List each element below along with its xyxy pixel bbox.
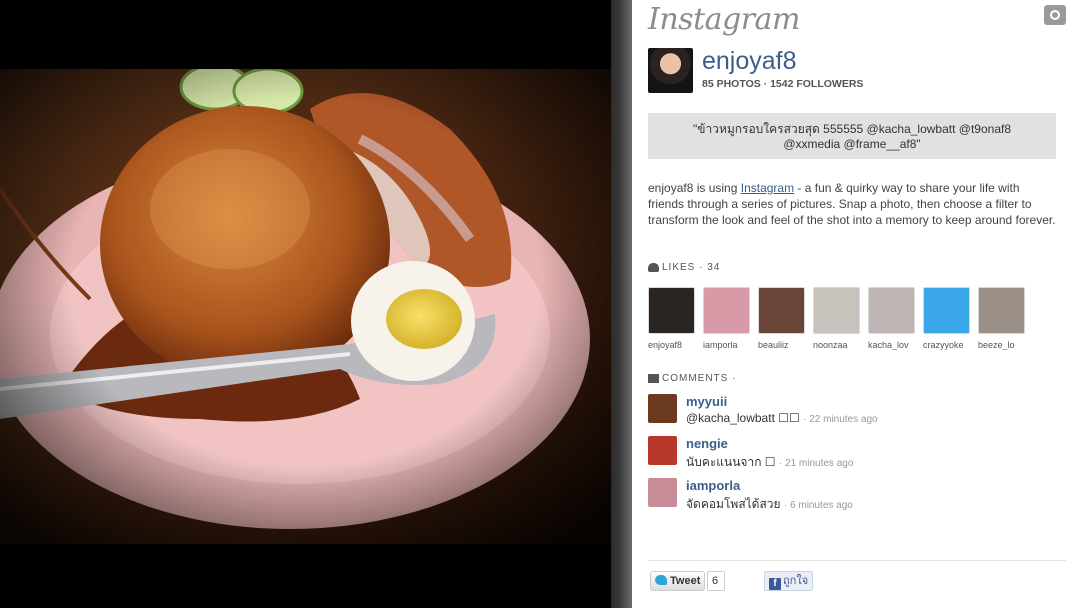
comment-text: นับคะแนนจาก ☐ · 21 minutes ago: [686, 453, 853, 472]
comment-time: · 22 minutes ago: [803, 414, 878, 425]
comments-sep: ·: [732, 373, 737, 384]
divider: [648, 560, 1066, 561]
likes-header: LIKES · 34: [648, 262, 720, 273]
liker[interactable]: kacha_lov: [868, 287, 915, 350]
comment-time: · 21 minutes ago: [778, 458, 854, 469]
liker[interactable]: iamporla: [703, 287, 750, 350]
comments-header: COMMENTS ·: [648, 373, 736, 384]
sidebar: Instagram enjoyaf8 85 PHOTOS · 1542 FOLL…: [632, 0, 1078, 608]
food-photo: [0, 69, 611, 544]
liker-avatar[interactable]: [868, 287, 915, 334]
liker[interactable]: beauliiz: [758, 287, 805, 350]
comment-text: จัดคอมโพสได้สวย · 6 minutes ago: [686, 495, 853, 514]
liker[interactable]: enjoyaf8: [648, 287, 695, 350]
liker[interactable]: beeze_lo: [978, 287, 1025, 350]
tweet-button[interactable]: Tweet: [650, 571, 706, 591]
liker-name[interactable]: beauliiz: [758, 340, 805, 350]
liker-avatar[interactable]: [758, 287, 805, 334]
tweet-count: 6: [707, 571, 725, 591]
comment-body: จัดคอมโพสได้สวย: [686, 497, 781, 511]
comment-time: · 6 minutes ago: [783, 500, 853, 511]
liker-name[interactable]: noonzaa: [813, 340, 860, 350]
liker-avatar[interactable]: [648, 287, 695, 334]
comment-body: @kacha_lowbatt ☐☐: [686, 411, 800, 425]
about-prefix: enjoyaf8 is using: [648, 181, 741, 195]
facebook-like-button[interactable]: f ถูกใจ: [764, 571, 814, 591]
liker-name[interactable]: beeze_lo: [978, 340, 1025, 350]
comment-body: นับคะแนนจาก ☐: [686, 455, 776, 469]
instagram-link[interactable]: Instagram: [741, 181, 794, 195]
speech-bubble-icon: [648, 373, 659, 383]
profile-stats: 85 PHOTOS · 1542 FOLLOWERS: [702, 78, 864, 90]
liker-name[interactable]: crazyyoke: [923, 340, 970, 350]
comment: iamporla จัดคอมโพสได้สวย · 6 minutes ago: [648, 478, 1058, 512]
comment-user[interactable]: iamporla: [686, 478, 740, 493]
liker-name[interactable]: kacha_lov: [868, 340, 915, 350]
tweet-label: Tweet: [670, 575, 701, 587]
liker-avatar[interactable]: [978, 287, 1025, 334]
about-text: enjoyaf8 is using Instagram - a fun & qu…: [648, 180, 1058, 228]
liker-avatar[interactable]: [923, 287, 970, 334]
comment: nengie นับคะแนนจาก ☐ · 21 minutes ago: [648, 436, 1058, 470]
scrollbar-gutter[interactable]: [611, 0, 632, 608]
instagram-logo[interactable]: Instagram: [648, 2, 800, 37]
comment: myyuii @kacha_lowbatt ☐☐ · 22 minutes ag…: [648, 394, 1058, 428]
liker-avatar[interactable]: [813, 287, 860, 334]
facebook-icon: f: [769, 578, 781, 590]
comment-user[interactable]: myyuii: [686, 394, 727, 409]
twitter-bird-icon: [655, 575, 667, 585]
photo-caption: "ข้าวหมูกรอบใครสวยสุด 555555 @kacha_lowb…: [648, 113, 1056, 159]
comment-avatar[interactable]: [648, 436, 677, 465]
liker-name[interactable]: iamporla: [703, 340, 750, 350]
liker-avatar[interactable]: [703, 287, 750, 334]
liker[interactable]: noonzaa: [813, 287, 860, 350]
comments-label: COMMENTS: [662, 373, 729, 384]
likes-label: LIKES: [662, 262, 696, 273]
heart-icon: [648, 262, 659, 272]
photo-viewer: [0, 0, 611, 608]
likes-count: · 34: [699, 262, 721, 273]
liker-name[interactable]: enjoyaf8: [648, 340, 695, 350]
likers-list: enjoyaf8 iamporla beauliiz noonzaa kacha…: [648, 287, 1038, 357]
comment-avatar[interactable]: [648, 394, 677, 423]
comment-text: @kacha_lowbatt ☐☐ · 22 minutes ago: [686, 411, 878, 425]
liker[interactable]: crazyyoke: [923, 287, 970, 350]
camera-icon[interactable]: [1044, 5, 1066, 25]
avatar[interactable]: [648, 48, 693, 93]
comment-user[interactable]: nengie: [686, 436, 728, 451]
comment-avatar[interactable]: [648, 478, 677, 507]
fb-like-label: ถูกใจ: [783, 575, 809, 587]
profile-username[interactable]: enjoyaf8: [702, 47, 797, 76]
